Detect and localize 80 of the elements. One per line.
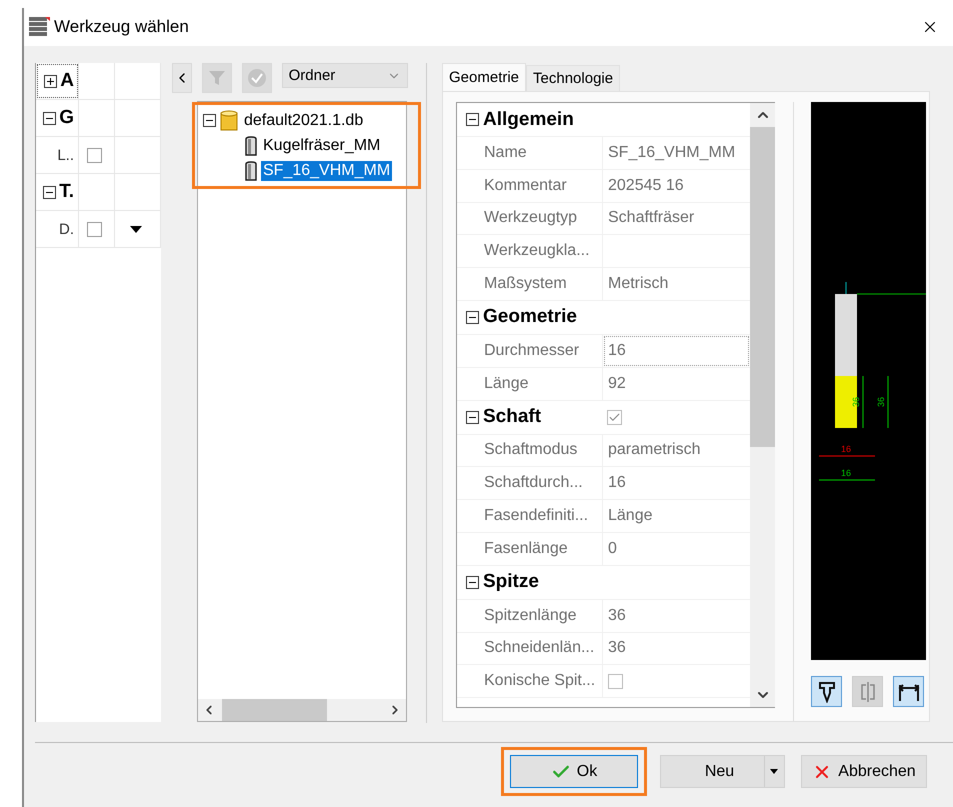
- filter-label: L..: [57, 146, 74, 164]
- section-title: Geometrie: [483, 306, 578, 328]
- property-name: Länge: [457, 368, 603, 400]
- section-title: Schaft: [483, 406, 542, 428]
- group-label: A: [60, 70, 74, 92]
- property-name: Name: [457, 137, 603, 169]
- ok-button[interactable]: Ok: [510, 755, 638, 788]
- cutter-icon: [245, 160, 257, 180]
- property-value[interactable]: 92: [603, 368, 750, 400]
- collapse-icon[interactable]: [466, 576, 479, 589]
- group-label: T.: [59, 181, 74, 203]
- section-title: Spitze: [483, 571, 540, 594]
- collapse-icon[interactable]: [203, 114, 216, 127]
- property-name: Schneidenlän...: [457, 632, 603, 664]
- property-name: Spitzenlänge: [457, 600, 603, 632]
- property-name: Werkzeugtyp: [457, 202, 603, 234]
- checkbox[interactable]: [87, 222, 102, 236]
- property-name: Durchmesser: [457, 334, 603, 367]
- group-header[interactable]: T.: [36, 174, 79, 210]
- property-name: Fasendefiniti...: [457, 500, 603, 532]
- property-value[interactable]: 16: [603, 334, 750, 367]
- dimension-button[interactable]: [893, 676, 924, 707]
- checkbox[interactable]: [87, 148, 102, 162]
- filter-label: D.: [59, 220, 74, 238]
- property-value[interactable]: 36: [603, 632, 750, 664]
- tree-item[interactable]: Kugelfräser_MM: [261, 136, 382, 156]
- collapse-icon[interactable]: [43, 186, 56, 198]
- tab[interactable]: Geometrie: [442, 63, 526, 91]
- property-value[interactable]: Metrisch: [603, 268, 750, 300]
- property-name: Schaftdurch...: [457, 467, 603, 500]
- tree-item[interactable]: SF_16_VHM_MM: [261, 160, 392, 180]
- folder-dropdown[interactable]: Ordner: [282, 63, 408, 88]
- property-value[interactable]: Länge: [603, 500, 750, 532]
- property-value[interactable]: SF_16_VHM_MM: [603, 137, 750, 169]
- property-name: Schaftmodus: [457, 434, 603, 466]
- group-label: G: [59, 107, 74, 129]
- property-name: Konische Spit...: [457, 665, 603, 698]
- property-value[interactable]: 36: [603, 600, 750, 632]
- caret-icon[interactable]: [770, 769, 778, 774]
- dimension-label: 36: [851, 397, 861, 407]
- collapse-icon[interactable]: [466, 410, 479, 424]
- check-circle-icon: [246, 68, 267, 88]
- dimension-label: 16: [841, 444, 851, 454]
- property-value[interactable]: parametrisch: [603, 434, 750, 466]
- tab[interactable]: Technologie: [526, 65, 620, 91]
- property-name: Maßsystem: [457, 268, 603, 300]
- collapse-icon[interactable]: [466, 310, 479, 324]
- group-header[interactable]: G: [36, 100, 79, 136]
- property-name: Fasenlänge: [457, 532, 603, 565]
- checkbox[interactable]: [608, 674, 623, 689]
- scrollbar[interactable]: [198, 699, 406, 721]
- expand-icon[interactable]: [44, 74, 58, 88]
- property-value[interactable]: 202545 16: [603, 170, 750, 202]
- collapse-icon[interactable]: [43, 112, 56, 124]
- cutter-icon: [245, 136, 257, 156]
- dimension-label: 36: [876, 397, 886, 407]
- collapse-icon[interactable]: [466, 113, 479, 126]
- property-name: Kommentar: [457, 170, 603, 202]
- checkbox[interactable]: [607, 410, 622, 425]
- property-name: Werkzeugkla...: [457, 235, 603, 268]
- collapse-button[interactable]: [172, 63, 192, 93]
- dimension-line: [862, 376, 864, 428]
- cancel-button[interactable]: Abbrechen: [801, 755, 927, 788]
- scrollbar[interactable]: [750, 103, 775, 707]
- tool-holder-icon: [816, 680, 836, 702]
- dropdown-icon[interactable]: [130, 226, 142, 232]
- property-value[interactable]: 16: [603, 467, 750, 500]
- dimension-label: 16: [841, 468, 851, 478]
- property-value[interactable]: Schaftfräser: [603, 202, 750, 234]
- window-title: Werkzeug wählen: [54, 17, 190, 37]
- tree-item[interactable]: default2021.1.db: [242, 110, 366, 130]
- tool-stack-icon: [28, 17, 50, 37]
- group-header[interactable]: A: [36, 63, 79, 99]
- tool-view-button[interactable]: [811, 676, 842, 707]
- section-title: Allgemein: [483, 108, 575, 130]
- filter-icon: [206, 68, 227, 88]
- property-value[interactable]: 0: [603, 532, 750, 565]
- database-icon: [220, 110, 238, 132]
- dimension-icon: [898, 682, 920, 702]
- new-button[interactable]: Neu: [660, 755, 785, 788]
